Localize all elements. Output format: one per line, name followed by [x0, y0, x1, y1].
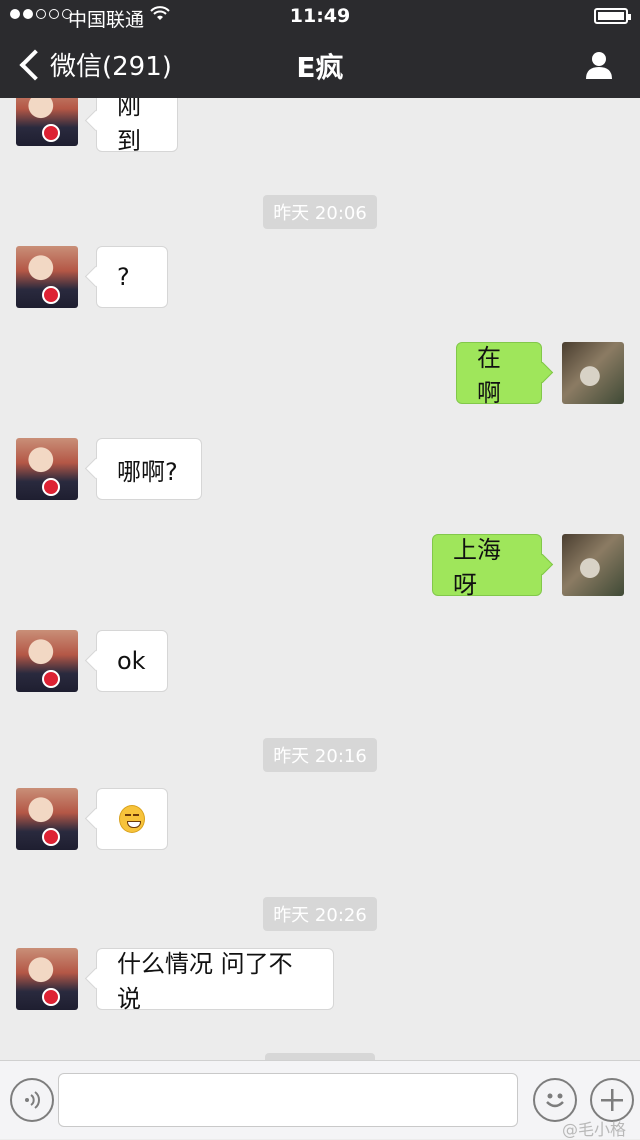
voice-input-button[interactable] — [10, 1078, 54, 1122]
incoming-message[interactable]: ok — [96, 630, 168, 692]
input-bar — [0, 1060, 640, 1139]
contact-avatar[interactable] — [16, 438, 78, 500]
my-avatar[interactable] — [562, 342, 624, 404]
incoming-message[interactable]: ? — [96, 246, 168, 308]
contact-avatar[interactable] — [16, 788, 78, 850]
contact-avatar[interactable] — [16, 98, 78, 146]
my-avatar[interactable] — [562, 534, 624, 596]
incoming-message[interactable]: 哪啊? — [96, 438, 202, 500]
timestamp-partial — [0, 1053, 640, 1060]
incoming-message[interactable]: 刚到 — [96, 98, 178, 155]
timestamp-label: 昨天 20:06 — [263, 195, 377, 229]
message-text: 哪啊? — [117, 457, 178, 486]
plus-icon — [601, 1089, 623, 1111]
contact-avatar[interactable] — [16, 948, 78, 1010]
timestamp: 昨天 20:16 — [0, 738, 640, 772]
incoming-message[interactable]: 什么情况 问了不说 — [96, 948, 334, 1013]
chat-title: E疯 — [296, 51, 344, 84]
message-text: 在啊 — [477, 344, 501, 407]
message-text: ok — [117, 647, 146, 675]
outgoing-message[interactable]: 上海呀 — [432, 534, 542, 599]
battery-icon — [594, 8, 631, 24]
message-text: ? — [117, 263, 130, 291]
incoming-message[interactable] — [96, 788, 168, 850]
chat-history[interactable]: 刚到 昨天 20:06 ? 在啊 哪啊? 上海呀 ok 昨天 20:16 昨天 … — [0, 98, 640, 1060]
message-input[interactable] — [58, 1073, 518, 1127]
nav-bar: 微信(291) E疯 — [0, 32, 640, 98]
contact-avatar[interactable] — [16, 246, 78, 308]
message-text: 什么情况 问了不说 — [117, 950, 293, 1013]
timestamp: 昨天 20:26 — [0, 897, 640, 931]
message-text: 刚到 — [117, 98, 141, 155]
status-bar: 中国联通 11:49 — [0, 0, 640, 32]
timestamp-label: 昨天 20:26 — [263, 897, 377, 931]
contact-info-icon[interactable] — [584, 50, 614, 80]
smiley-icon — [546, 1093, 564, 1108]
outgoing-message[interactable]: 在啊 — [456, 342, 542, 407]
status-time: 11:49 — [289, 5, 351, 27]
timestamp-label: 昨天 20:16 — [263, 738, 377, 772]
smirk-emoji-icon — [119, 805, 145, 833]
timestamp: 昨天 20:06 — [0, 195, 640, 229]
watermark: @毛小格 — [561, 1120, 626, 1139]
voice-icon — [25, 1091, 40, 1109]
message-text: 上海呀 — [453, 536, 501, 599]
contact-avatar[interactable] — [16, 630, 78, 692]
